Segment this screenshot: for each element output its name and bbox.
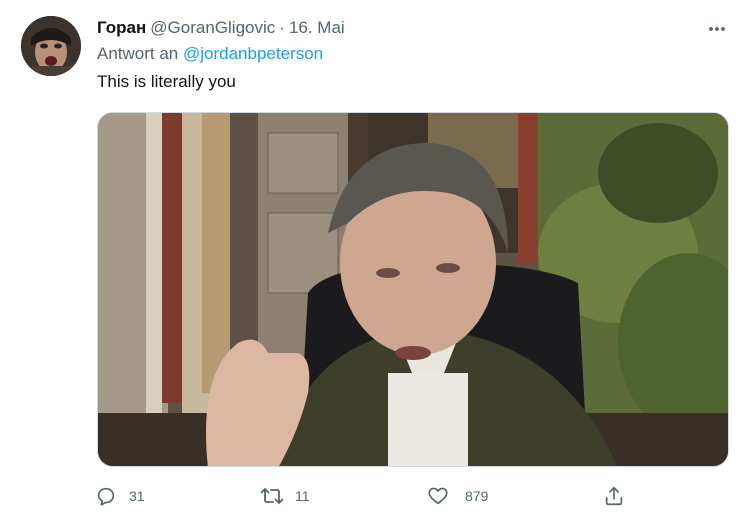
share-button[interactable]	[605, 480, 631, 512]
share-icon	[597, 480, 631, 512]
retweet-button[interactable]: 11	[260, 480, 310, 512]
retweet-icon	[255, 480, 289, 512]
reply-context: Antwort an @jordanbpeterson	[97, 44, 323, 64]
reply-prefix: Antwort an	[97, 44, 179, 63]
retweet-count: 11	[295, 488, 310, 504]
reply-icon	[89, 480, 123, 512]
reply-button[interactable]: 31	[97, 480, 145, 512]
tweet-date[interactable]: 16. Mai	[289, 18, 345, 38]
reply-count: 31	[129, 488, 145, 504]
user-handle[interactable]: @GoranGligovic	[150, 18, 275, 38]
reply-to-link[interactable]: @jordanbpeterson	[183, 44, 323, 63]
like-count: 879	[465, 488, 489, 504]
more-icon	[709, 27, 725, 31]
tweet[interactable]: Горан @GoranGligovic · 16. Mai Antwort a…	[0, 0, 748, 521]
video-still-image	[98, 113, 728, 466]
tweet-actions: 31 11 879	[97, 480, 637, 512]
display-name[interactable]: Горан	[97, 18, 146, 38]
tweet-media[interactable]	[97, 112, 729, 467]
like-button[interactable]: 879	[428, 480, 489, 512]
separator: ·	[279, 18, 285, 37]
tweet-header: Горан @GoranGligovic · 16. Mai	[97, 17, 345, 39]
avatar-image	[21, 16, 81, 76]
avatar[interactable]	[21, 16, 81, 76]
more-button[interactable]	[700, 14, 734, 44]
heart-icon	[421, 480, 455, 512]
tweet-text: This is literally you	[97, 72, 236, 91]
